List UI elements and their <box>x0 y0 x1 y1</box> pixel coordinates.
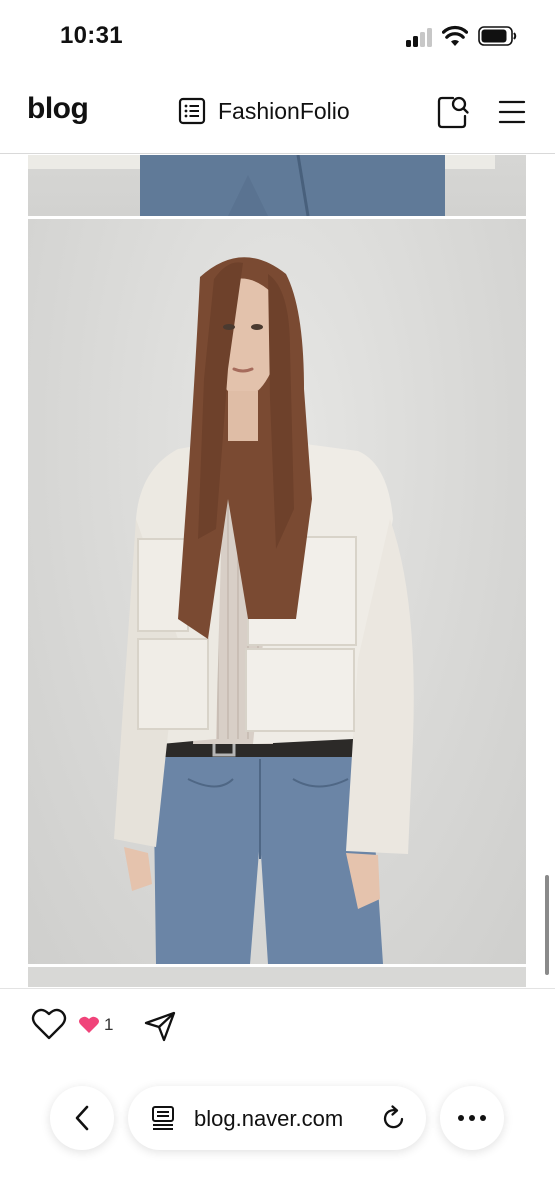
post-action-bar: 1 <box>0 988 555 1062</box>
more-dots-icon <box>458 1115 464 1121</box>
blog-list-icon <box>178 97 206 125</box>
blog-title-link[interactable]: FashionFolio <box>178 94 350 128</box>
back-button[interactable] <box>50 1086 114 1150</box>
address-bar[interactable]: blog.naver.com <box>128 1086 426 1150</box>
like-count[interactable]: 1 <box>104 1015 113 1035</box>
url-text: blog.naver.com <box>194 1106 344 1131</box>
more-options-button[interactable] <box>440 1086 504 1150</box>
battery-icon <box>478 26 517 46</box>
browser-toolbar: blog.naver.com <box>0 1062 555 1200</box>
blog-name: FashionFolio <box>218 97 350 124</box>
more-dots-icon <box>480 1115 486 1121</box>
scroll-indicator[interactable] <box>545 875 549 975</box>
menu-icon[interactable] <box>495 94 529 130</box>
heart-outline-icon[interactable] <box>31 1007 67 1041</box>
more-dots-icon <box>469 1115 475 1121</box>
status-bar: 10:31 <box>0 0 555 72</box>
post-content <box>0 155 555 987</box>
wifi-icon <box>442 25 468 46</box>
sympathy-heart-icon <box>79 1016 99 1033</box>
blog-home-logo[interactable]: blog <box>27 92 89 126</box>
page-icon <box>152 1106 174 1130</box>
status-time: 10:31 <box>60 22 123 49</box>
back-chevron-icon <box>75 1105 89 1131</box>
main-photo[interactable] <box>28 219 526 964</box>
reload-icon[interactable] <box>380 1104 408 1132</box>
blog-header: blog FashionFolio <box>0 72 555 154</box>
next-photo[interactable] <box>28 967 526 987</box>
share-send-icon[interactable] <box>142 1009 178 1043</box>
signal-icon <box>406 27 434 47</box>
previous-photo[interactable] <box>28 155 526 216</box>
search-post-icon[interactable] <box>436 94 470 130</box>
